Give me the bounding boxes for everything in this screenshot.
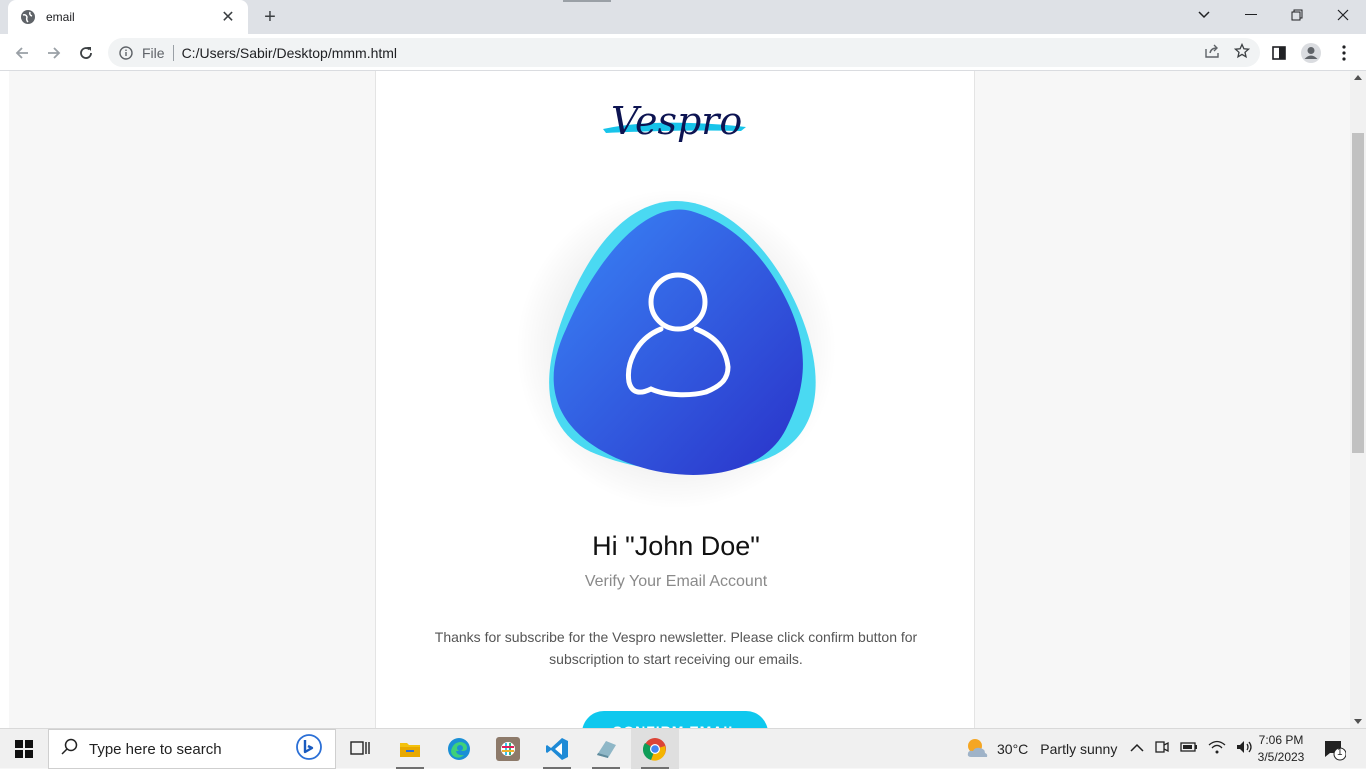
address-bar[interactable]: File C:/Users/Sabir/Desktop/mmm.html <box>108 38 1260 67</box>
weather-widget[interactable]: 30°C Partly sunny <box>965 729 1117 769</box>
greeting-heading: Hi "John Doe" <box>592 531 760 561</box>
clock-date: 3/5/2023 <box>1257 750 1305 764</box>
windows-taskbar: Type here to search 30°C Partly sunny 7:… <box>0 728 1366 769</box>
email-card: Vespro Hi "John Doe" Verify Your Email A… <box>375 71 975 728</box>
notifications-icon[interactable]: 1 <box>1322 737 1347 761</box>
edge-browser-icon[interactable] <box>435 729 483 769</box>
chrome-icon[interactable] <box>631 729 679 769</box>
verify-subtitle: Verify Your Email Account <box>584 573 768 590</box>
taskbar-search-box[interactable]: Type here to search <box>48 729 336 769</box>
meet-now-icon[interactable] <box>1154 739 1170 760</box>
file-explorer-icon[interactable] <box>386 729 434 769</box>
back-arrow-icon[interactable] <box>8 39 36 67</box>
windows-start-icon[interactable] <box>0 729 48 769</box>
side-panel-icon[interactable] <box>1265 39 1293 67</box>
logo-text: Vespro <box>611 99 743 143</box>
tab-title: email <box>46 10 75 24</box>
partly-sunny-icon <box>965 737 989 762</box>
bing-icon[interactable] <box>295 733 323 766</box>
scroll-down-arrow-icon[interactable] <box>1354 719 1362 724</box>
confirm-email-button[interactable]: CONFIRM EMAIL <box>582 711 768 728</box>
close-window-button[interactable] <box>1320 0 1366 30</box>
clock-time: 7:06 PM <box>1258 733 1304 747</box>
wifi-icon[interactable] <box>1208 740 1226 759</box>
url-scheme-label: File <box>142 44 165 61</box>
slack-icon[interactable] <box>484 729 532 769</box>
tab-search-chevron-icon[interactable] <box>1190 4 1218 26</box>
tab-strip-indicator <box>563 0 611 2</box>
info-icon[interactable] <box>118 45 134 61</box>
kebab-menu-icon[interactable] <box>1330 39 1358 67</box>
reload-icon[interactable] <box>72 39 100 67</box>
vertical-scrollbar[interactable] <box>1350 71 1366 728</box>
url-text[interactable]: C:/Users/Sabir/Desktop/mmm.html <box>182 45 397 61</box>
chevron-up-icon[interactable] <box>1130 740 1144 758</box>
scrollbar-thumb[interactable] <box>1352 133 1364 453</box>
url-separator <box>172 44 174 61</box>
browser-toolbar: File C:/Users/Sabir/Desktop/mmm.html <box>0 34 1366 71</box>
new-tab-button[interactable]: + <box>258 6 282 28</box>
browser-titlebar: email ✕ + <box>0 0 1366 34</box>
globe-icon <box>20 9 36 25</box>
search-placeholder: Type here to search <box>89 740 222 758</box>
email-body-text: Thanks for subscribe for the Vespro news… <box>434 629 918 667</box>
task-view-icon[interactable] <box>336 729 384 769</box>
page-viewport: Vespro Hi "John Doe" Verify Your Email A… <box>0 71 1350 728</box>
minimize-button[interactable] <box>1228 0 1274 30</box>
weather-description: Partly sunny <box>1040 741 1118 757</box>
notification-count-badge: 1 <box>1337 747 1343 758</box>
profile-avatar-icon[interactable] <box>1297 39 1325 67</box>
scroll-up-arrow-icon[interactable] <box>1354 75 1362 80</box>
forward-arrow-icon[interactable] <box>40 39 68 67</box>
user-avatar-illustration <box>516 189 836 509</box>
taskbar-clock[interactable]: 7:06 PM 3/5/2023 <box>1250 732 1312 766</box>
weather-temperature: 30°C <box>997 741 1029 757</box>
restore-button[interactable] <box>1274 0 1320 30</box>
page-left-edge <box>0 71 9 728</box>
battery-icon[interactable] <box>1180 740 1198 758</box>
vespro-logo: Vespro <box>601 97 751 152</box>
share-icon[interactable] <box>1204 43 1220 64</box>
bookmark-star-icon[interactable] <box>1233 42 1251 64</box>
search-icon <box>61 738 79 761</box>
system-tray <box>1130 729 1254 769</box>
browser-tab[interactable]: email ✕ <box>8 0 248 34</box>
vscode-icon[interactable] <box>533 729 581 769</box>
tab-close-icon[interactable]: ✕ <box>218 7 238 27</box>
notes-app-icon[interactable] <box>582 729 630 769</box>
